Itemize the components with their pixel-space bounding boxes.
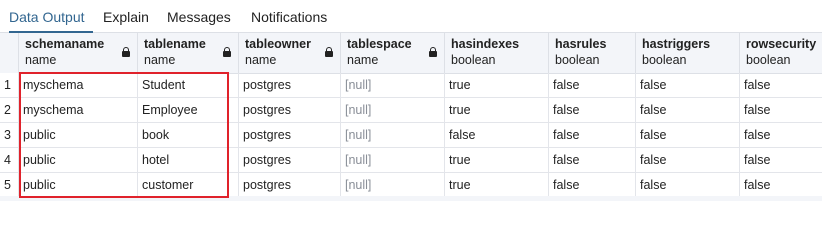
cell-rowsecurity[interactable]: false [740,98,822,122]
cell-rowsecurity[interactable]: false [740,123,822,147]
cell-hastriggers[interactable]: false [636,148,740,172]
cell-tablename[interactable]: hotel [138,148,239,172]
column-header-hasrules[interactable]: hasrules boolean [549,33,636,73]
table-row[interactable]: 3 public book postgres [null] false fals… [0,123,822,148]
row-number[interactable]: 1 [0,73,19,97]
column-name: rowsecurity [746,37,817,51]
cell-hasrules[interactable]: false [549,148,636,172]
column-header-rowsecurity[interactable]: rowsecurity boolean [740,33,822,73]
cell-rowsecurity[interactable]: false [740,148,822,172]
column-header-hasindexes[interactable]: hasindexes boolean [445,33,549,73]
cell-schemaname[interactable]: myschema [19,98,138,122]
cell-tablename[interactable]: Student [138,73,239,97]
table-row[interactable]: 2 myschema Employee postgres [null] true… [0,98,822,123]
column-header-tablespace[interactable]: tablespace name [341,33,445,73]
cell-hasindexes[interactable]: true [445,98,549,122]
column-type: boolean [746,53,791,67]
cell-schemaname[interactable]: public [19,123,138,147]
column-header-schemaname[interactable]: schemaname name [19,33,138,73]
cell-hastriggers[interactable]: false [636,73,740,97]
cell-rowsecurity[interactable]: false [740,73,822,97]
column-type: boolean [555,53,600,67]
cell-hastriggers[interactable]: false [636,173,740,197]
grid-footer [0,196,822,201]
row-number[interactable]: 2 [0,98,19,122]
data-grid: schemaname name tablename name tableowne… [0,33,822,201]
column-name: hasindexes [451,37,520,51]
cell-schemaname[interactable]: public [19,173,138,197]
cell-hasindexes[interactable]: true [445,73,549,97]
cell-hasrules[interactable]: false [549,73,636,97]
cell-hasrules[interactable]: false [549,173,636,197]
cell-tablespace[interactable]: [null] [341,173,445,197]
cell-schemaname[interactable]: myschema [19,73,138,97]
cell-tableowner[interactable]: postgres [239,123,341,147]
cell-tablename[interactable]: customer [138,173,239,197]
cell-tablespace[interactable]: [null] [341,73,445,97]
column-type: name [25,53,57,67]
cell-tableowner[interactable]: postgres [239,98,341,122]
tab-messages[interactable]: Messages [167,0,231,33]
cell-hasindexes[interactable]: true [445,173,549,197]
lock-icon [325,47,333,57]
table-row[interactable]: 4 public hotel postgres [null] true fals… [0,148,822,173]
cell-schemaname[interactable]: public [19,148,138,172]
cell-tablename[interactable]: book [138,123,239,147]
cell-tablespace[interactable]: [null] [341,148,445,172]
tab-data-output[interactable]: Data Output [9,0,93,33]
cell-rowsecurity[interactable]: false [740,173,822,197]
column-name: hasrules [555,37,607,51]
cell-hasindexes[interactable]: true [445,148,549,172]
column-name: schemaname [25,37,105,51]
grid-header-row: schemaname name tablename name tableowne… [0,33,822,74]
row-number[interactable]: 3 [0,123,19,147]
cell-tableowner[interactable]: postgres [239,73,341,97]
table-row[interactable]: 1 myschema Student postgres [null] true … [0,73,822,98]
tab-notifications[interactable]: Notifications [251,0,327,33]
tab-explain[interactable]: Explain [103,0,149,33]
cell-hastriggers[interactable]: false [636,123,740,147]
column-header-tableowner[interactable]: tableowner name [239,33,341,73]
row-number[interactable]: 4 [0,148,19,172]
column-name: hastriggers [642,37,711,51]
cell-tableowner[interactable]: postgres [239,173,341,197]
column-header-hastriggers[interactable]: hastriggers boolean [636,33,740,73]
result-tabbar: Data Output Explain Messages Notificatio… [0,0,822,33]
table-row[interactable]: 5 public customer postgres [null] true f… [0,173,822,198]
row-number-header [0,33,19,73]
cell-tablename[interactable]: Employee [138,98,239,122]
cell-tableowner[interactable]: postgres [239,148,341,172]
cell-hasrules[interactable]: false [549,98,636,122]
lock-icon [223,47,231,57]
row-number[interactable]: 5 [0,173,19,197]
column-type: boolean [642,53,687,67]
lock-icon [429,47,437,57]
lock-icon [122,47,130,57]
cell-tablespace[interactable]: [null] [341,98,445,122]
cell-tablespace[interactable]: [null] [341,123,445,147]
column-type: boolean [451,53,496,67]
column-header-tablename[interactable]: tablename name [138,33,239,73]
cell-hasindexes[interactable]: false [445,123,549,147]
cell-hastriggers[interactable]: false [636,98,740,122]
cell-hasrules[interactable]: false [549,123,636,147]
